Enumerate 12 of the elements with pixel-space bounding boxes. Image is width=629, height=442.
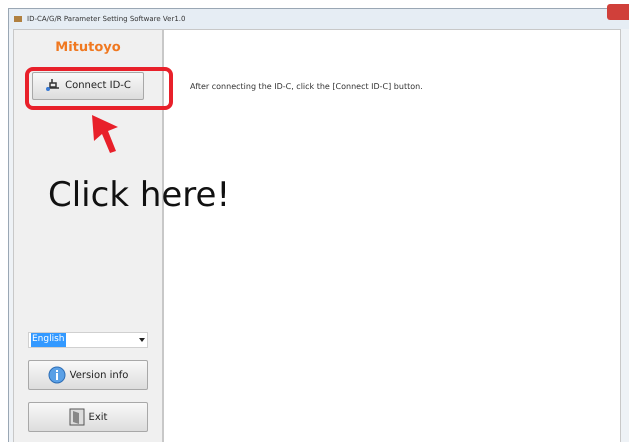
dropdown-arrow-icon [139, 338, 145, 342]
brand-logo: Mitutoyo [55, 39, 121, 57]
connect-button[interactable]: Connect ID-C [32, 72, 144, 100]
info-icon [48, 366, 66, 384]
app-icon [13, 14, 23, 24]
door-icon [68, 408, 85, 426]
close-button[interactable] [607, 4, 629, 20]
exit-button[interactable]: Exit [28, 402, 148, 432]
plug-icon [45, 78, 62, 94]
version-info-button[interactable]: Version info [28, 360, 148, 390]
instruction-text: After connecting the ID-C, click the [Connect ID-C] button. [190, 82, 423, 91]
callout-text: Click here! [48, 174, 230, 217]
